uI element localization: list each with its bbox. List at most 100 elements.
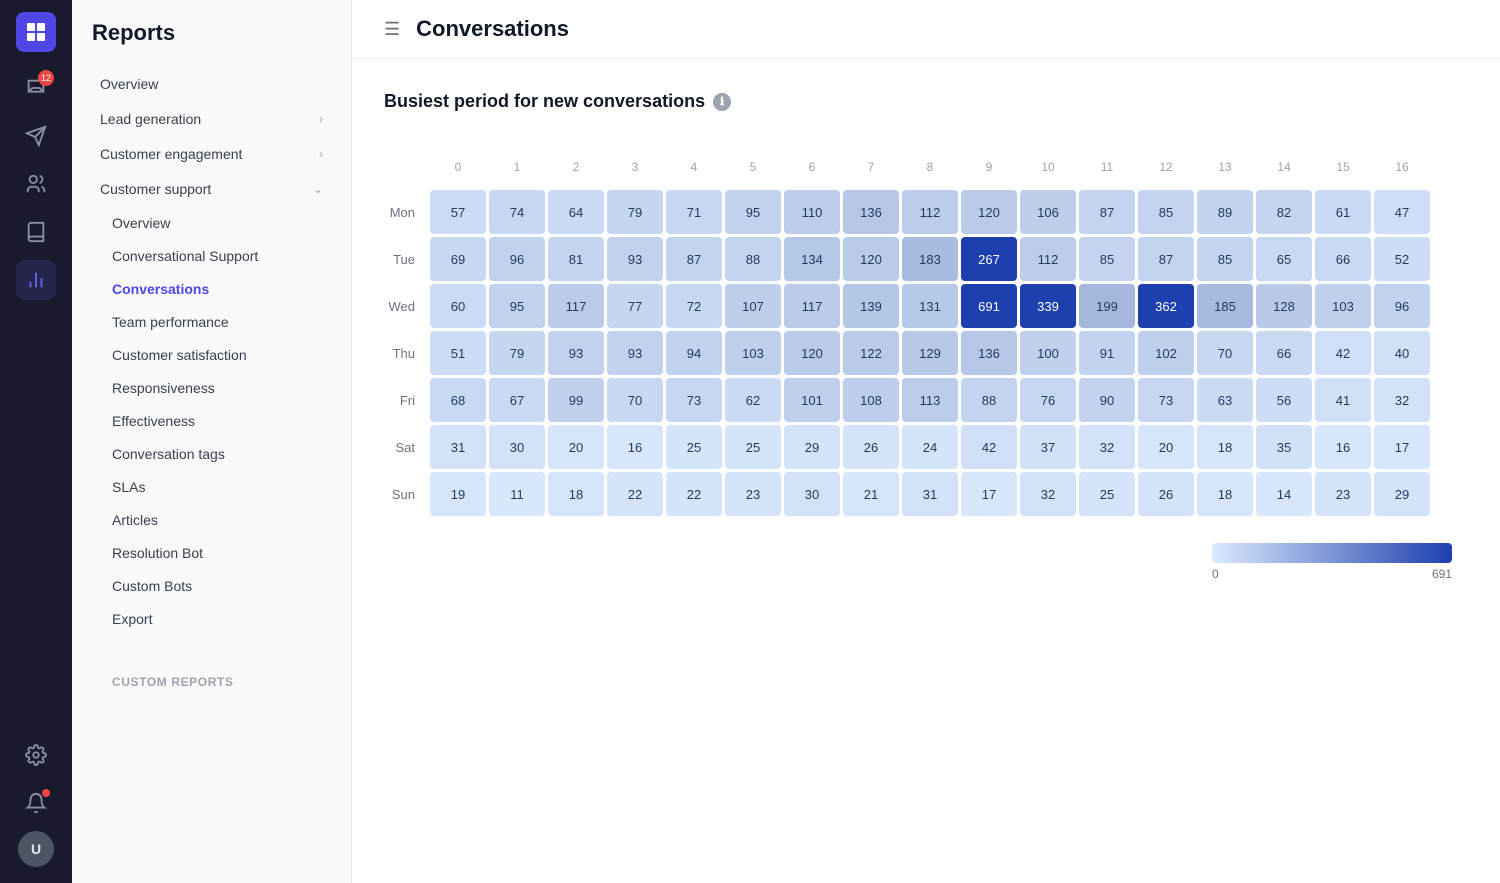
contacts-icon[interactable]	[16, 164, 56, 204]
heatmap-cell: 96	[1374, 284, 1430, 328]
heatmap-cell: 35	[1256, 425, 1312, 469]
heatmap-cell: 112	[902, 190, 958, 234]
col-label: 8	[902, 143, 958, 187]
sidebar-subitem-export[interactable]: Export	[80, 603, 343, 635]
heatmap-cell: 120	[843, 237, 899, 281]
heatmap-cell: 22	[607, 472, 663, 516]
heatmap-cell: 81	[548, 237, 604, 281]
main-content: ☰ Conversations Busiest period for new c…	[352, 0, 1500, 883]
heatmap-cell: 25	[1079, 472, 1135, 516]
settings-icon[interactable]	[16, 735, 56, 775]
heatmap-cell: 73	[666, 378, 722, 422]
row-label: Mon	[387, 190, 427, 234]
heatmap-cell: 112	[1020, 237, 1076, 281]
table-row: Fri6867997073621011081138876907363564132	[387, 378, 1430, 422]
heatmap-cell: 18	[1197, 472, 1253, 516]
sidebar-subitem-conversation-tags[interactable]: Conversation tags	[80, 438, 343, 470]
sidebar-subitem-customer-satisfaction[interactable]: Customer satisfaction	[80, 339, 343, 371]
inbox-icon[interactable]: 12	[16, 68, 56, 108]
main-body: Busiest period for new conversations ℹ 0…	[352, 59, 1500, 613]
row-label: Wed	[387, 284, 427, 328]
heatmap-cell: 32	[1020, 472, 1076, 516]
heatmap-cell: 136	[843, 190, 899, 234]
sidebar-subitem-articles[interactable]: Articles	[80, 504, 343, 536]
heatmap-cell: 73	[1138, 378, 1194, 422]
heatmap-cell: 106	[1020, 190, 1076, 234]
heatmap-cell: 70	[607, 378, 663, 422]
heatmap-cell: 29	[784, 425, 840, 469]
heatmap-cell: 18	[1197, 425, 1253, 469]
heatmap-cell: 32	[1374, 378, 1430, 422]
user-avatar[interactable]: U	[18, 831, 54, 867]
heatmap-cell: 37	[1020, 425, 1076, 469]
heatmap-cell: 65	[1256, 237, 1312, 281]
heatmap-cell: 87	[1079, 190, 1135, 234]
heatmap-cell: 88	[961, 378, 1017, 422]
icon-bar: 12 U	[0, 0, 72, 883]
sidebar-subitem-conversational-support[interactable]: Conversational Support	[80, 240, 343, 272]
notifications-icon[interactable]	[16, 783, 56, 823]
heatmap-cell: 136	[961, 331, 1017, 375]
heatmap-cell: 52	[1374, 237, 1430, 281]
col-label: 14	[1256, 143, 1312, 187]
reports-icon[interactable]	[16, 260, 56, 300]
heatmap-cell: 16	[1315, 425, 1371, 469]
heatmap-cell: 25	[666, 425, 722, 469]
heatmap-cell: 90	[1079, 378, 1135, 422]
sidebar-item-customer-support[interactable]: Customer support ⌄	[80, 172, 343, 206]
heatmap-cell: 339	[1020, 284, 1076, 328]
menu-icon[interactable]: ☰	[384, 19, 400, 40]
sidebar-title: Reports	[72, 20, 351, 66]
sidebar-subitem-resolution-bot[interactable]: Resolution Bot	[80, 537, 343, 569]
heatmap-cell: 26	[1138, 472, 1194, 516]
sidebar-item-overview[interactable]: Overview	[80, 67, 343, 101]
main-header: ☰ Conversations	[352, 0, 1500, 59]
info-icon[interactable]: ℹ	[713, 93, 731, 111]
heatmap-cell: 122	[843, 331, 899, 375]
heatmap-cell: 362	[1138, 284, 1194, 328]
outbound-icon[interactable]	[16, 116, 56, 156]
app-logo[interactable]	[16, 12, 56, 52]
sidebar-subitem-overview[interactable]: Overview	[80, 207, 343, 239]
knowledge-icon[interactable]	[16, 212, 56, 252]
heatmap-cell: 79	[489, 331, 545, 375]
sidebar-subitem-conversations[interactable]: Conversations	[80, 273, 343, 305]
heatmap-cell: 128	[1256, 284, 1312, 328]
heatmap-cell: 107	[725, 284, 781, 328]
heatmap-cell: 42	[961, 425, 1017, 469]
heatmap-cell: 120	[784, 331, 840, 375]
heatmap-cell: 103	[1315, 284, 1371, 328]
legend-bar	[1212, 543, 1452, 563]
sidebar-subitem-custom-bots[interactable]: Custom Bots	[80, 570, 343, 602]
heatmap-cell: 30	[489, 425, 545, 469]
col-label: 16	[1374, 143, 1430, 187]
heatmap-cell: 56	[1256, 378, 1312, 422]
sidebar-item-lead-gen[interactable]: Lead generation ›	[80, 102, 343, 136]
heatmap-cell: 93	[607, 237, 663, 281]
heatmap-cell: 691	[961, 284, 1017, 328]
heatmap-cell: 96	[489, 237, 545, 281]
sidebar-subitem-responsiveness[interactable]: Responsiveness	[80, 372, 343, 404]
heatmap-cell: 95	[489, 284, 545, 328]
heatmap-cell: 23	[725, 472, 781, 516]
heatmap-cell: 85	[1197, 237, 1253, 281]
sidebar-subitem-effectiveness[interactable]: Effectiveness	[80, 405, 343, 437]
chevron-down-icon: ⌄	[313, 182, 323, 196]
heatmap-cell: 60	[430, 284, 486, 328]
row-label: Fri	[387, 378, 427, 422]
heatmap-cell: 66	[1256, 331, 1312, 375]
sidebar-subitem-team-performance[interactable]: Team performance	[80, 306, 343, 338]
table-row: Mon5774647971951101361121201068785898261…	[387, 190, 1430, 234]
col-label: 6	[784, 143, 840, 187]
heatmap-cell: 85	[1138, 190, 1194, 234]
col-label: 11	[1079, 143, 1135, 187]
sidebar-subitem-slas[interactable]: SLAs	[80, 471, 343, 503]
sidebar-item-customer-engagement[interactable]: Customer engagement ›	[80, 137, 343, 171]
heatmap-cell: 117	[784, 284, 840, 328]
heatmap-cell: 199	[1079, 284, 1135, 328]
heatmap-cell: 68	[430, 378, 486, 422]
col-label: 7	[843, 143, 899, 187]
col-label: 12	[1138, 143, 1194, 187]
heatmap-cell: 32	[1079, 425, 1135, 469]
col-label: 2	[548, 143, 604, 187]
